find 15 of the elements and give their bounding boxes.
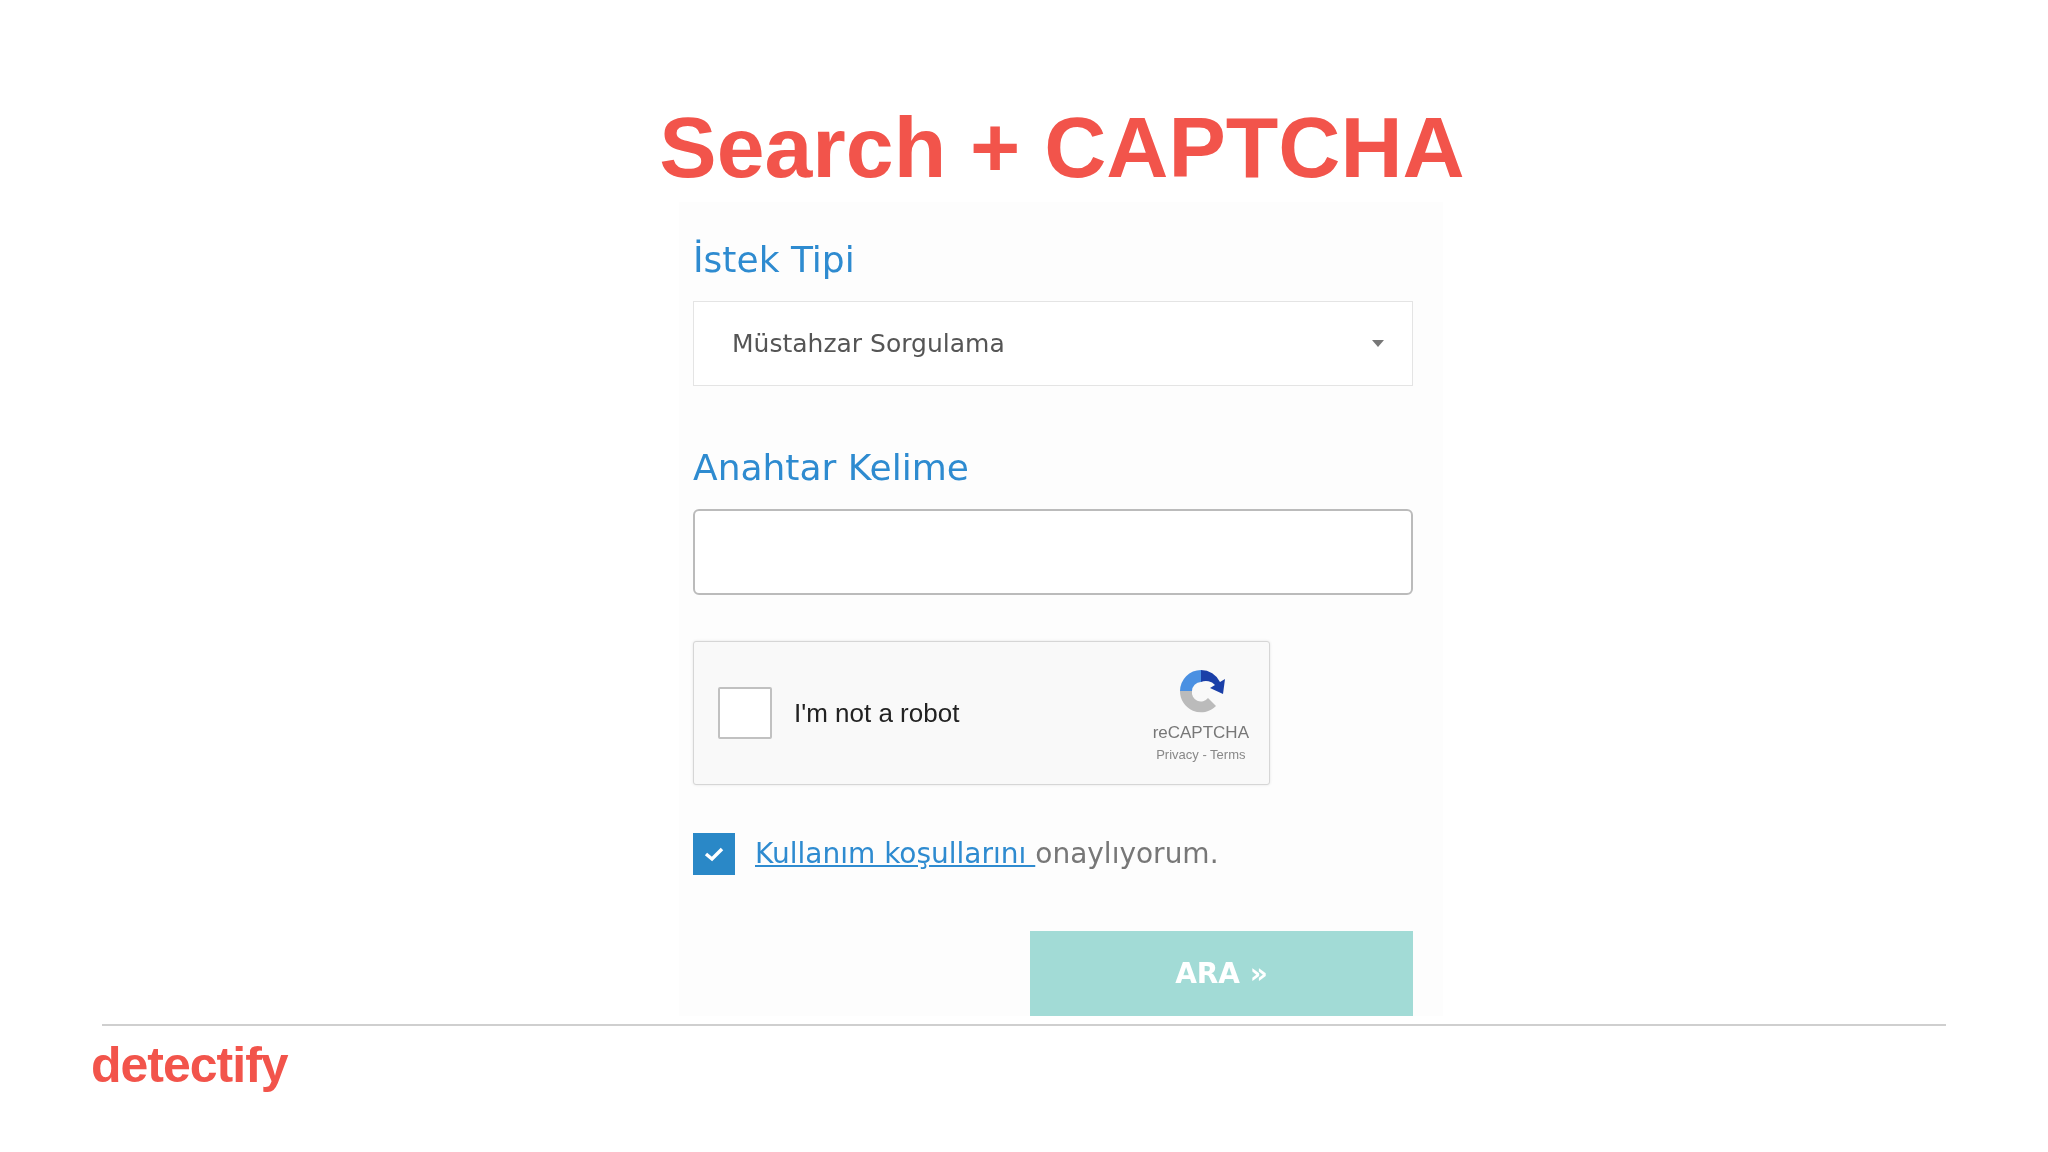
terms-link[interactable]: Kullanım koşullarını [755, 837, 1036, 871]
checkbox-label: I'm not a robot [794, 696, 961, 730]
recaptcha-label: reCAPTCHA [1152, 721, 1249, 744]
brand-logo: detectify [91, 1040, 289, 1090]
privacy-terms-link[interactable]: Privacy - Terms [1156, 745, 1246, 765]
input-field[interactable] [693, 509, 1413, 596]
checkbox[interactable] [693, 833, 735, 876]
checkbox[interactable] [718, 687, 772, 740]
field-label: Anahtar Kelime [693, 446, 970, 490]
check-icon [704, 846, 724, 863]
slide-title: Search + CAPTCHA [658, 104, 1466, 190]
caret-icon [1372, 340, 1384, 348]
dropdown-field[interactable]: Müstahzar Sorgulama [693, 301, 1413, 387]
terms-text: Kullanım koşullarını onaylıyorum. [755, 836, 1219, 873]
field-label: İstek Tipi [693, 238, 856, 282]
